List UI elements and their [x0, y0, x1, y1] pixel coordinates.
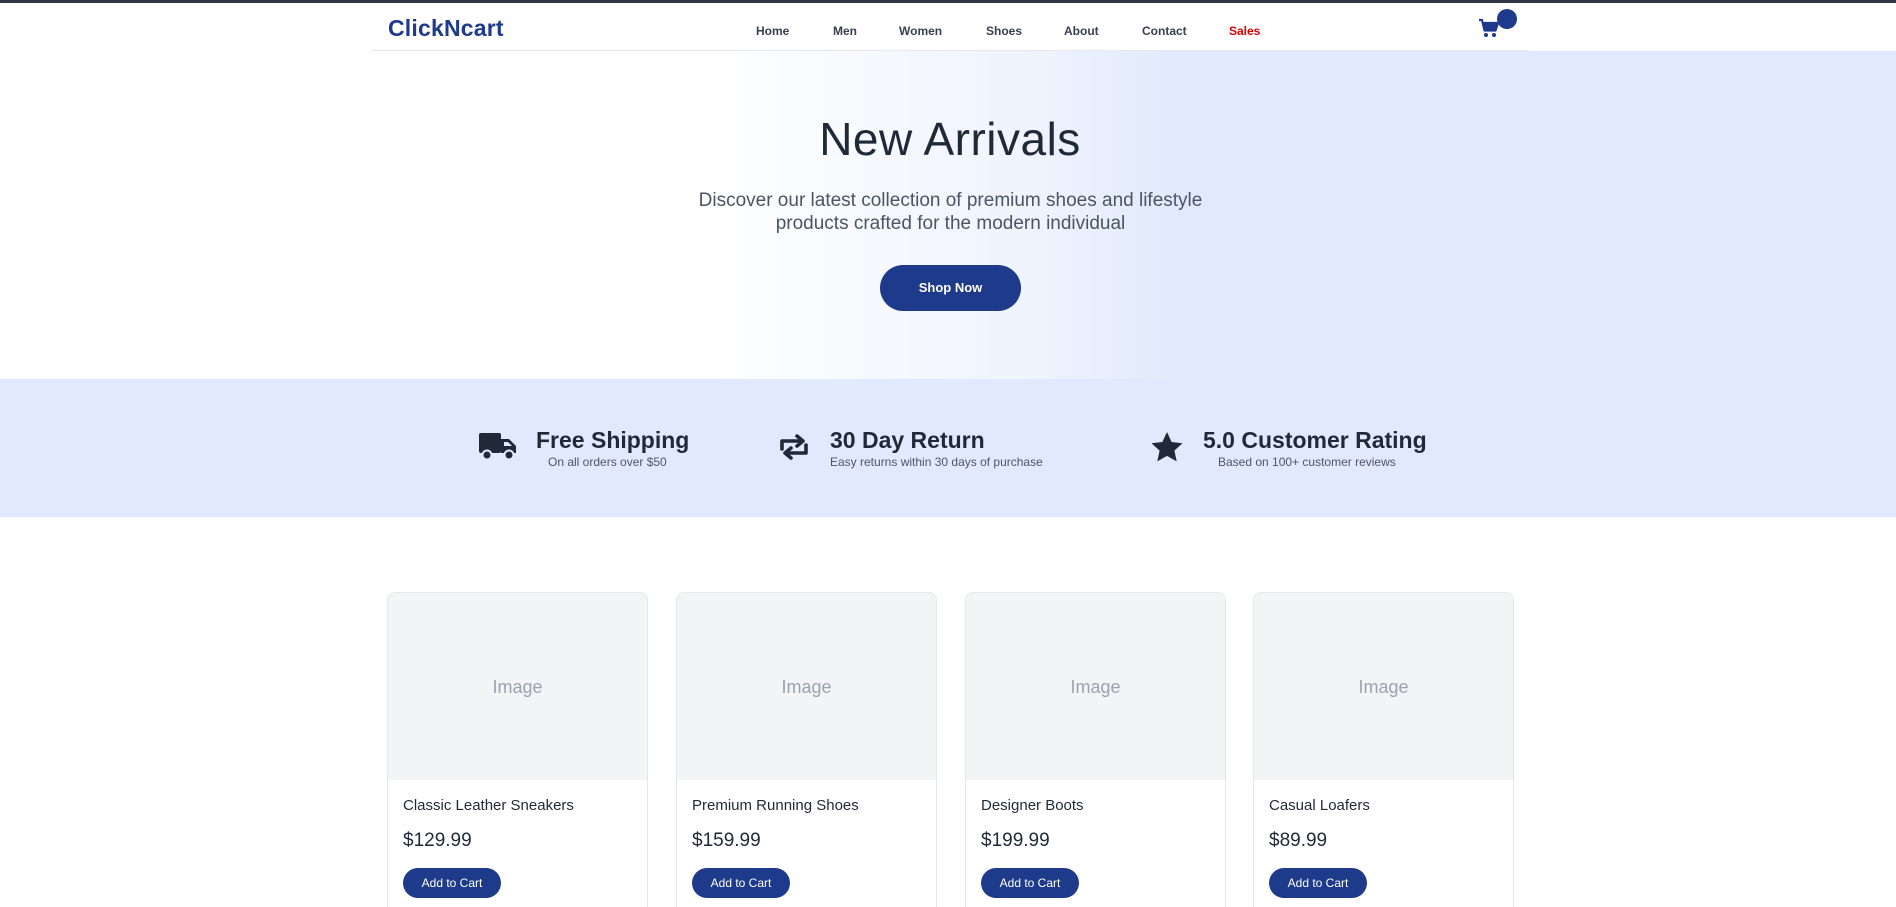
product-image-placeholder: Image [966, 593, 1225, 780]
product-name[interactable]: Designer Boots [981, 797, 1084, 814]
site-logo[interactable]: ClickNcart [388, 15, 504, 42]
add-to-cart-button[interactable]: Add to Cart [1269, 868, 1367, 898]
product-image-placeholder: Image [388, 593, 647, 780]
nav-women[interactable]: Women [899, 24, 942, 40]
feature-title-return: 30 Day Return [830, 427, 985, 453]
nav-about[interactable]: About [1064, 24, 1099, 40]
cart-count-badge [1497, 9, 1517, 29]
product-image-label: Image [492, 677, 543, 697]
site-header: ClickNcart Home Men Women Shoes About Co… [0, 3, 1896, 51]
features-band: Free Shipping On all orders over $50 30 … [0, 379, 1896, 517]
product-card[interactable]: Image Designer Boots $199.99 Add to Cart [965, 592, 1226, 907]
product-price: $129.99 [403, 830, 472, 851]
hero-subtitle: Discover our latest collection of premiu… [668, 189, 1233, 235]
product-card[interactable]: Image Casual Loafers $89.99 Add to Cart [1253, 592, 1514, 907]
nav-home[interactable]: Home [756, 24, 789, 40]
product-name[interactable]: Casual Loafers [1269, 797, 1370, 814]
feature-title-rating: 5.0 Customer Rating [1203, 427, 1427, 453]
product-image-label: Image [781, 677, 832, 697]
nav-men[interactable]: Men [833, 24, 857, 40]
product-image-placeholder: Image [1254, 593, 1513, 780]
add-to-cart-button[interactable]: Add to Cart [403, 868, 501, 898]
truck-icon [479, 433, 516, 461]
product-price: $159.99 [692, 830, 761, 851]
nav-sales[interactable]: Sales [1229, 24, 1260, 40]
product-image-label: Image [1070, 677, 1121, 697]
star-icon [1151, 432, 1183, 462]
product-image-placeholder: Image [677, 593, 936, 780]
add-to-cart-button[interactable]: Add to Cart [981, 868, 1079, 898]
nav-shoes[interactable]: Shoes [986, 24, 1022, 40]
feature-desc-shipping: On all orders over $50 [548, 455, 667, 469]
repeat-icon [780, 434, 808, 460]
hero-title: New Arrivals [819, 113, 1081, 165]
feature-desc-rating: Based on 100+ customer reviews [1218, 455, 1396, 469]
product-price: $89.99 [1269, 830, 1328, 851]
shop-now-button[interactable]: Shop Now [880, 265, 1021, 311]
nav-contact[interactable]: Contact [1142, 24, 1187, 40]
product-price: $199.99 [981, 830, 1050, 851]
product-name[interactable]: Classic Leather Sneakers [403, 797, 574, 814]
product-name[interactable]: Premium Running Shoes [692, 797, 859, 814]
hero-subtitle-line-2: products crafted for the modern individu… [775, 213, 1126, 234]
product-image-label: Image [1358, 677, 1409, 697]
add-to-cart-button[interactable]: Add to Cart [692, 868, 790, 898]
product-card[interactable]: Image Premium Running Shoes $159.99 Add … [676, 592, 937, 907]
feature-desc-return: Easy returns within 30 days of purchase [830, 455, 1043, 469]
feature-title-shipping: Free Shipping [536, 427, 690, 453]
hero-subtitle-line-1: Discover our latest collection of premiu… [698, 190, 1203, 211]
product-card[interactable]: Image Classic Leather Sneakers $129.99 A… [387, 592, 648, 907]
